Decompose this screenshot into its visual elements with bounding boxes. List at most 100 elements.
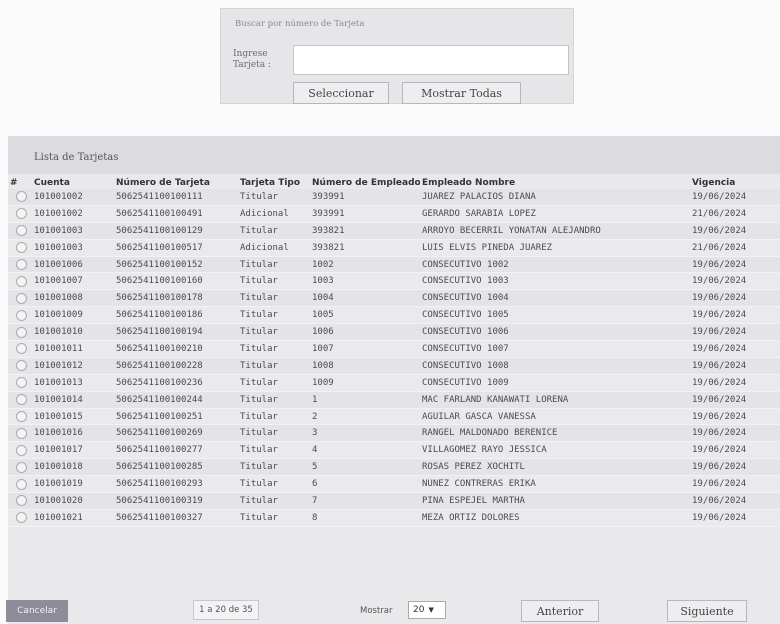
employee-number-cell: 393991	[310, 205, 420, 223]
card-type-cell: Titular	[238, 323, 310, 342]
expiry-cell: 19/06/2024	[690, 323, 780, 342]
account-cell: 101001006	[32, 256, 114, 274]
expiry-cell: 21/06/2024	[690, 205, 780, 223]
table-row[interactable]: 101001007 5062541100100160 Titular 1003 CONS…	[8, 272, 780, 291]
employee-number-cell: 1	[310, 391, 420, 409]
employee-number-cell: 7	[310, 492, 420, 510]
account-cell: 101001009	[32, 306, 114, 325]
table-row[interactable]: 101001002 5062541100100111 Titular 393991 JU…	[8, 189, 780, 206]
row-select-radio-icon[interactable]	[16, 360, 27, 372]
row-select-radio-icon[interactable]	[16, 275, 27, 287]
employee-name-cell: CONSECUTIVO 1009	[420, 374, 690, 392]
card-number-cell: 5062541100100293	[114, 475, 238, 494]
employee-number-cell: 5	[310, 458, 420, 477]
table-row[interactable]: 101001008 5062541100100178 Titular 1004 CONS…	[8, 289, 780, 308]
search-panel: Buscar por número de Tarjeta Ingrese Tar…	[220, 8, 574, 104]
employee-name-cell: CONSECUTIVO 1007	[420, 340, 690, 358]
account-cell: 101001013	[32, 374, 114, 392]
table-row[interactable]: 101001006 5062541100100152 Titular 1002 CONS…	[8, 256, 780, 274]
employee-name-cell: CONSECUTIVO 1006	[420, 323, 690, 342]
row-select-radio-icon[interactable]	[16, 394, 27, 406]
account-cell: 101001015	[32, 408, 114, 426]
expiry-cell: 19/06/2024	[690, 408, 780, 426]
table-row[interactable]: 101001003 5062541100100517 Adicional 393821…	[8, 239, 780, 257]
employee-name-cell: CONSECUTIVO 1008	[420, 357, 690, 375]
table-row[interactable]: 101001012 5062541100100228 Titular 1008 CONS…	[8, 357, 780, 375]
table-row[interactable]: 101001010 5062541100100194 Titular 1006 CONS…	[8, 323, 780, 342]
account-cell: 101001012	[32, 357, 114, 375]
card-type-cell: Titular	[238, 391, 310, 409]
row-select-radio-icon[interactable]	[16, 225, 27, 237]
employee-name-cell: PINA ESPEJEL MARTHA	[420, 492, 690, 510]
show-all-button[interactable]: Mostrar Todas	[402, 82, 521, 104]
table-row[interactable]: 101001018 5062541100100285 Titular 5 ROSAS P…	[8, 458, 780, 477]
table-row[interactable]: 101001017 5062541100100277 Titular 4 VILLAGO…	[8, 441, 780, 460]
employee-number-cell: 3	[310, 424, 420, 443]
table-row[interactable]: 101001013 5062541100100236 Titular 1009 CONS…	[8, 374, 780, 392]
row-select-radio-icon[interactable]	[16, 292, 27, 304]
card-number-input[interactable]	[293, 45, 569, 75]
employee-number-cell: 393821	[310, 222, 420, 240]
employee-number-cell: 1009	[310, 374, 420, 392]
previous-page-button[interactable]: Anterior	[521, 600, 599, 622]
table-row[interactable]: 101001016 5062541100100269 Titular 3 RANGEL …	[8, 424, 780, 443]
employee-name-cell: NUNEZ CONTRERAS ERIKA	[420, 475, 690, 494]
card-number-cell: 5062541100100178	[114, 289, 238, 308]
row-select-radio-icon[interactable]	[16, 411, 27, 423]
employee-name-cell: VILLAGOMEZ RAYO JESSICA	[420, 441, 690, 460]
employee-number-cell: 1007	[310, 340, 420, 358]
next-page-button[interactable]: Siguiente	[667, 600, 747, 622]
column-header: Empleado Nombre	[422, 177, 516, 188]
card-number-cell: 5062541100100244	[114, 391, 238, 409]
employee-name-cell: CONSECUTIVO 1004	[420, 289, 690, 308]
table-row[interactable]: 101001009 5062541100100186 Titular 1005 CONS…	[8, 306, 780, 325]
column-header: Tarjeta Tipo	[240, 177, 301, 188]
card-type-cell: Titular	[238, 458, 310, 477]
table-row[interactable]: 101001002 5062541100100491 Adicional 393991…	[8, 205, 780, 223]
row-select-radio-icon[interactable]	[16, 461, 27, 473]
card-number-cell: 5062541100100111	[114, 189, 238, 206]
column-header: Cuenta	[34, 177, 70, 188]
select-button[interactable]: Seleccionar	[293, 82, 389, 104]
table-row[interactable]: 101001021 5062541100100327 Titular 8 MEZA OR…	[8, 509, 780, 527]
account-cell: 101001020	[32, 492, 114, 510]
row-select-radio-icon[interactable]	[16, 427, 27, 439]
expiry-cell: 21/06/2024	[690, 239, 780, 257]
table-row[interactable]: 101001011 5062541100100210 Titular 1007 CONS…	[8, 340, 780, 358]
row-select-radio-icon[interactable]	[16, 512, 27, 524]
employee-name-cell: RANGEL MALDONADO BERENICE	[420, 424, 690, 443]
card-list-panel: Lista de Tarjetas # Cuenta Número de Tarje…	[8, 136, 780, 624]
row-select-radio-icon[interactable]	[16, 495, 27, 507]
row-select-radio-icon[interactable]	[16, 242, 27, 254]
row-select-radio-icon[interactable]	[16, 326, 27, 338]
card-type-cell: Titular	[238, 272, 310, 291]
account-cell: 101001007	[32, 272, 114, 291]
card-table: # Cuenta Número de Tarjeta Tarjeta Tipo Núme…	[8, 176, 780, 527]
table-row[interactable]: 101001003 5062541100100129 Titular 393821 AR…	[8, 222, 780, 240]
table-row[interactable]: 101001014 5062541100100244 Titular 1 MAC FAR…	[8, 391, 780, 409]
row-select-radio-icon[interactable]	[16, 377, 27, 389]
employee-number-cell: 1006	[310, 323, 420, 342]
column-header: Número de Empleado	[312, 177, 420, 188]
employee-name-cell: LUIS ELVIS PINEDA JUAREZ	[420, 239, 690, 257]
row-select-radio-icon[interactable]	[16, 191, 27, 203]
table-row[interactable]: 101001019 5062541100100293 Titular 6 NUNEZ C…	[8, 475, 780, 494]
table-row[interactable]: 101001015 5062541100100251 Titular 2 AGUILAR…	[8, 408, 780, 426]
page-size-select[interactable]: 20 ▼	[408, 601, 446, 619]
row-select-radio-icon[interactable]	[16, 259, 27, 270]
table-row[interactable]: 101001020 5062541100100319 Titular 7 PINA ES…	[8, 492, 780, 510]
account-cell: 101001014	[32, 391, 114, 409]
row-select-radio-icon[interactable]	[16, 309, 27, 321]
employee-number-cell: 8	[310, 509, 420, 527]
employee-name-cell: CONSECUTIVO 1005	[420, 306, 690, 325]
expiry-cell: 19/06/2024	[690, 441, 780, 460]
card-number-cell: 5062541100100160	[114, 272, 238, 291]
row-select-radio-icon[interactable]	[16, 478, 27, 490]
row-select-radio-icon[interactable]	[16, 343, 27, 355]
row-select-radio-icon[interactable]	[16, 208, 27, 220]
expiry-cell: 19/06/2024	[690, 289, 780, 308]
card-type-cell: Titular	[238, 441, 310, 460]
employee-number-cell: 6	[310, 475, 420, 494]
row-select-radio-icon[interactable]	[16, 444, 27, 456]
cancel-button[interactable]: Cancelar	[6, 600, 68, 622]
